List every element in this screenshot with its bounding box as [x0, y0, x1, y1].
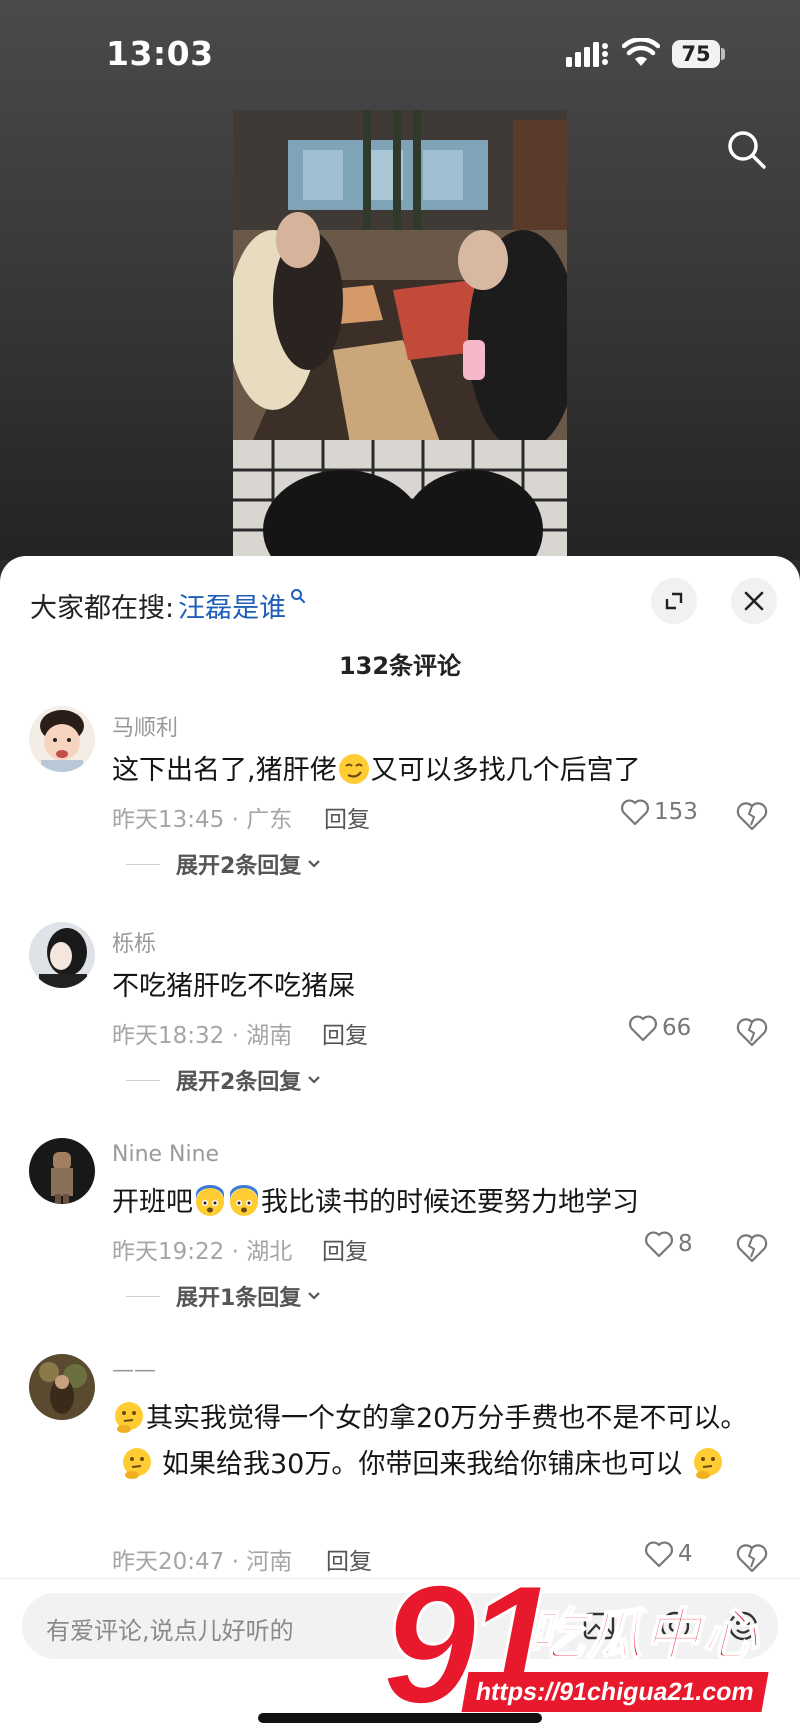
smirk-emoji-icon — [338, 754, 369, 784]
expand-replies-label: 展开1条回复 — [176, 1286, 302, 1311]
like-button[interactable]: 66 — [628, 1014, 691, 1042]
reply-button[interactable]: 回复 — [322, 1016, 368, 1050]
expand-icon — [665, 592, 683, 610]
like-button[interactable]: 8 — [644, 1230, 693, 1258]
video-background[interactable]: 13:03 75 — [0, 0, 800, 560]
trending-query-link[interactable]: 汪磊是谁 — [178, 586, 286, 625]
status-bar: 13:03 75 — [0, 0, 800, 110]
small-search-icon — [291, 589, 306, 603]
broken-heart-icon[interactable] — [736, 800, 768, 832]
comment-meta: 昨天13:45 · 广东 — [112, 807, 293, 833]
like-count: 66 — [662, 1015, 692, 1041]
watermark-url: https://91chigua21.com — [461, 1672, 769, 1712]
expand-replies-label: 展开2条回复 — [176, 1070, 302, 1095]
battery-cap — [721, 48, 725, 60]
comment-text-part: 如果给我30万。你带回来我给你铺床也可以 — [162, 1449, 683, 1480]
comment-username[interactable]: 马顺利 — [112, 710, 178, 742]
comment-text-part: 我比读书的时候还要努力地学习 — [261, 1187, 639, 1218]
expand-replies-label: 展开2条回复 — [176, 854, 302, 879]
comment-username[interactable]: —— — [112, 1358, 156, 1383]
comment-input-placeholder: 有爱评论,说点儿好听的 — [46, 1617, 294, 1645]
watermark-text: 吃瓜中心 — [527, 1602, 760, 1669]
comment-username[interactable]: Nine Nine — [112, 1142, 219, 1167]
trending-search[interactable]: 大家都在搜: 汪磊是谁 — [30, 586, 306, 625]
thinking-emoji-icon — [693, 1448, 722, 1479]
expand-replies-button[interactable]: 展开2条回复 — [126, 1064, 323, 1096]
status-time: 13:03 — [106, 34, 214, 73]
like-button[interactable]: 153 — [620, 798, 698, 826]
home-indicator[interactable] — [258, 1713, 542, 1723]
comment-text-part: 开班吧 — [112, 1187, 193, 1218]
video-thumbnail-image — [233, 110, 567, 556]
comment-meta: 昨天20:47 · 河南 — [112, 1549, 293, 1575]
cellular-signal-icon — [566, 42, 608, 67]
reply-button[interactable]: 回复 — [326, 1542, 372, 1576]
heart-icon — [629, 1015, 657, 1042]
expand-replies-button[interactable]: 展开1条回复 — [126, 1280, 323, 1312]
like-button[interactable]: 4 — [644, 1540, 693, 1568]
comment-text: 开班吧 我比读书的时候还要努力地学习 — [112, 1180, 772, 1226]
comment-item: 栎栎 不吃猪肝吃不吃猪屎 昨天18:32 · 湖南 回复 66 展开2条回复 — [0, 922, 800, 1122]
comment-text-part: 这下出名了,猪肝佬 — [112, 755, 337, 786]
comment-item: Nine Nine 开班吧 我比读书的时候还要努力地学习 昨天19:22 · 湖北… — [0, 1138, 800, 1338]
avatar[interactable] — [29, 1354, 95, 1420]
avatar[interactable] — [29, 1138, 95, 1204]
thinking-emoji-icon — [115, 1402, 143, 1433]
comment-item: 马顺利 这下出名了,猪肝佬 又可以多找几个后宫了 昨天13:45 · 广东 回复 … — [0, 706, 800, 906]
search-icon[interactable] — [725, 128, 769, 172]
comment-meta: 昨天19:22 · 湖北 — [112, 1239, 293, 1265]
divider-line — [126, 1295, 160, 1297]
comment-meta: 昨天18:32 · 湖南 — [112, 1023, 293, 1049]
thinking-emoji-icon — [123, 1448, 151, 1479]
close-button[interactable] — [731, 578, 777, 624]
broken-heart-icon[interactable] — [736, 1016, 768, 1048]
chevron-down-icon — [308, 860, 321, 868]
like-count: 153 — [654, 799, 698, 825]
comment-text-part: 又可以多找几个后宫了 — [370, 755, 641, 786]
reply-button[interactable]: 回复 — [324, 800, 370, 834]
heart-icon — [645, 1231, 673, 1258]
divider-line — [126, 1079, 160, 1081]
reply-button[interactable]: 回复 — [322, 1232, 368, 1266]
comment-text: 不吃猪肝吃不吃猪屎 — [112, 971, 355, 1002]
expand-replies-button[interactable]: 展开2条回复 — [126, 848, 323, 880]
heart-icon — [621, 799, 649, 826]
divider-line — [126, 863, 160, 865]
comment-text: 这下出名了,猪肝佬 又可以多找几个后宫了 — [112, 748, 772, 794]
avatar[interactable] — [29, 706, 95, 772]
broken-heart-icon[interactable] — [736, 1232, 768, 1264]
comment-text-part: 其实我觉得一个女的拿20万分手费也不是不可以。 — [146, 1403, 748, 1434]
scared-emoji-icon — [196, 1185, 224, 1216]
close-icon — [744, 591, 764, 611]
broken-heart-icon[interactable] — [736, 1542, 768, 1574]
chevron-down-icon — [308, 1292, 321, 1300]
scared-emoji-icon — [230, 1185, 258, 1216]
battery-indicator: 75 — [672, 40, 720, 68]
wifi-icon — [622, 38, 660, 66]
chevron-down-icon — [308, 1076, 321, 1084]
like-count: 8 — [678, 1231, 693, 1257]
comment-text: 其实我觉得一个女的拿20万分手费也不是不可以。 如果给我30万。你带回来我给你铺… — [112, 1396, 772, 1488]
avatar[interactable] — [29, 922, 95, 988]
trending-prefix: 大家都在搜: — [30, 593, 175, 624]
expand-sheet-button[interactable] — [651, 578, 697, 624]
comment-username[interactable]: 栎栎 — [112, 926, 156, 958]
heart-icon — [645, 1541, 673, 1568]
like-count: 4 — [678, 1541, 693, 1567]
comment-count: 132条评论 — [338, 652, 462, 680]
